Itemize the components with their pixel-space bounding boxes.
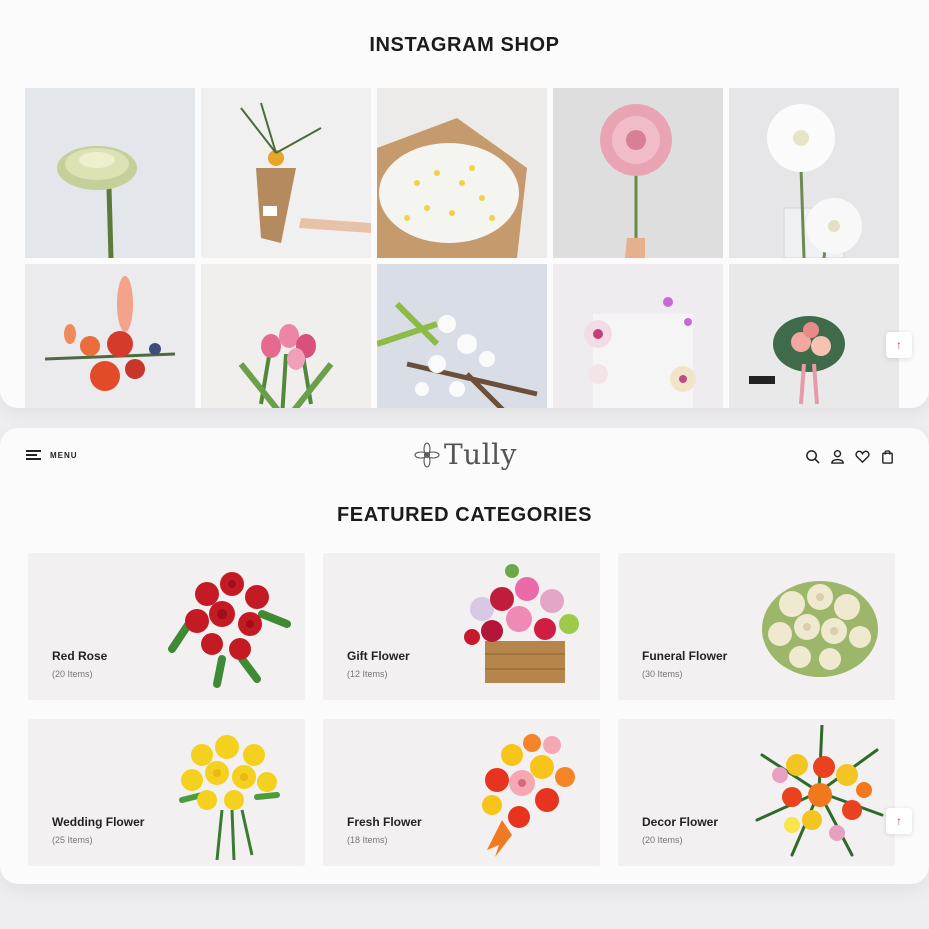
- white-dahlias-vase-photo: [729, 88, 899, 258]
- pink-dahlia-photo: [553, 88, 723, 258]
- bouquet-in-hand-photo: [201, 88, 371, 258]
- arrow-up-icon: ↑: [896, 814, 902, 828]
- categories-section: MENU Tully FEATURED CATEGORIES Red Rose …: [0, 428, 929, 884]
- category-name: Gift Flower: [347, 649, 410, 663]
- funeral-flower-bouquet-image: [752, 559, 887, 694]
- orchids-photo: [553, 264, 723, 408]
- arrow-up-icon: ↑: [896, 338, 902, 352]
- white-daisies-paper-wrap-photo: [377, 88, 547, 258]
- search-icon[interactable]: [805, 448, 820, 464]
- instagram-tile[interactable]: [25, 264, 195, 408]
- instagram-tile[interactable]: [553, 88, 723, 258]
- pink-tulips-photo: [201, 264, 371, 408]
- category-name: Red Rose: [52, 649, 108, 663]
- instagram-grid: [25, 88, 899, 408]
- instagram-tile[interactable]: [553, 264, 723, 408]
- bag-icon[interactable]: [880, 448, 895, 464]
- category-name: Decor Flower: [642, 815, 719, 829]
- category-name: Funeral Flower: [642, 649, 728, 663]
- hamburger-icon: [26, 450, 41, 460]
- gift-flower-basket-image: [457, 559, 592, 694]
- scroll-to-top-button[interactable]: ↑: [886, 808, 912, 834]
- category-count: (20 Items): [52, 669, 93, 679]
- instagram-title: INSTAGRAM SHOP: [369, 34, 560, 56]
- user-icon[interactable]: [830, 448, 845, 464]
- category-card-fresh-flower[interactable]: Fresh Flower (18 Items): [323, 719, 600, 866]
- instagram-tile[interactable]: [377, 264, 547, 408]
- category-name: Wedding Flower: [52, 815, 145, 829]
- category-count: (20 Items): [642, 835, 683, 845]
- instagram-tile[interactable]: [729, 88, 899, 258]
- wedding-flower-bouquet-image: [162, 725, 297, 860]
- logo-text: Tully: [444, 438, 517, 471]
- category-count: (30 Items): [642, 669, 683, 679]
- site-header: MENU Tully: [0, 428, 929, 488]
- gift-bouquet-photo: [729, 264, 899, 408]
- category-card-wedding-flower[interactable]: Wedding Flower (25 Items): [28, 719, 305, 866]
- featured-categories-title: FEATURED CATEGORIES: [336, 504, 593, 526]
- red-rose-bouquet-image: [162, 559, 297, 694]
- green-chrysanthemum-photo: [25, 88, 195, 258]
- category-count: (25 Items): [52, 835, 93, 845]
- category-card-decor-flower[interactable]: Decor Flower (20 Items): [618, 719, 895, 866]
- category-card-gift-flower[interactable]: Gift Flower (12 Items): [323, 553, 600, 700]
- category-card-red-rose[interactable]: Red Rose (20 Items): [28, 553, 305, 700]
- instagram-tile[interactable]: [25, 88, 195, 258]
- flower-logo-icon: [414, 441, 440, 468]
- category-card-funeral-flower[interactable]: Funeral Flower (30 Items): [618, 553, 895, 700]
- category-count: (12 Items): [347, 669, 388, 679]
- category-count: (18 Items): [347, 835, 388, 845]
- instagram-section: INSTAGRAM SHOP ↑: [0, 0, 929, 408]
- scroll-to-top-button[interactable]: ↑: [886, 332, 912, 358]
- menu-button[interactable]: MENU: [26, 450, 78, 460]
- instagram-tile[interactable]: [377, 88, 547, 258]
- instagram-tile[interactable]: [201, 88, 371, 258]
- category-grid: Red Rose (20 Items) Gift Flower (12 Item…: [28, 553, 895, 866]
- decor-flower-bouquet-image: [752, 725, 887, 860]
- mixed-red-bouquet-photo: [25, 264, 195, 408]
- instagram-tile[interactable]: [201, 264, 371, 408]
- instagram-tile[interactable]: [729, 264, 899, 408]
- header-actions: [805, 448, 895, 464]
- white-blossom-branch-photo: [377, 264, 547, 408]
- heart-icon[interactable]: [855, 448, 870, 464]
- logo[interactable]: Tully: [414, 438, 517, 471]
- menu-label: MENU: [50, 450, 78, 460]
- fresh-flower-bouquet-image: [457, 725, 592, 860]
- category-name: Fresh Flower: [347, 815, 422, 829]
